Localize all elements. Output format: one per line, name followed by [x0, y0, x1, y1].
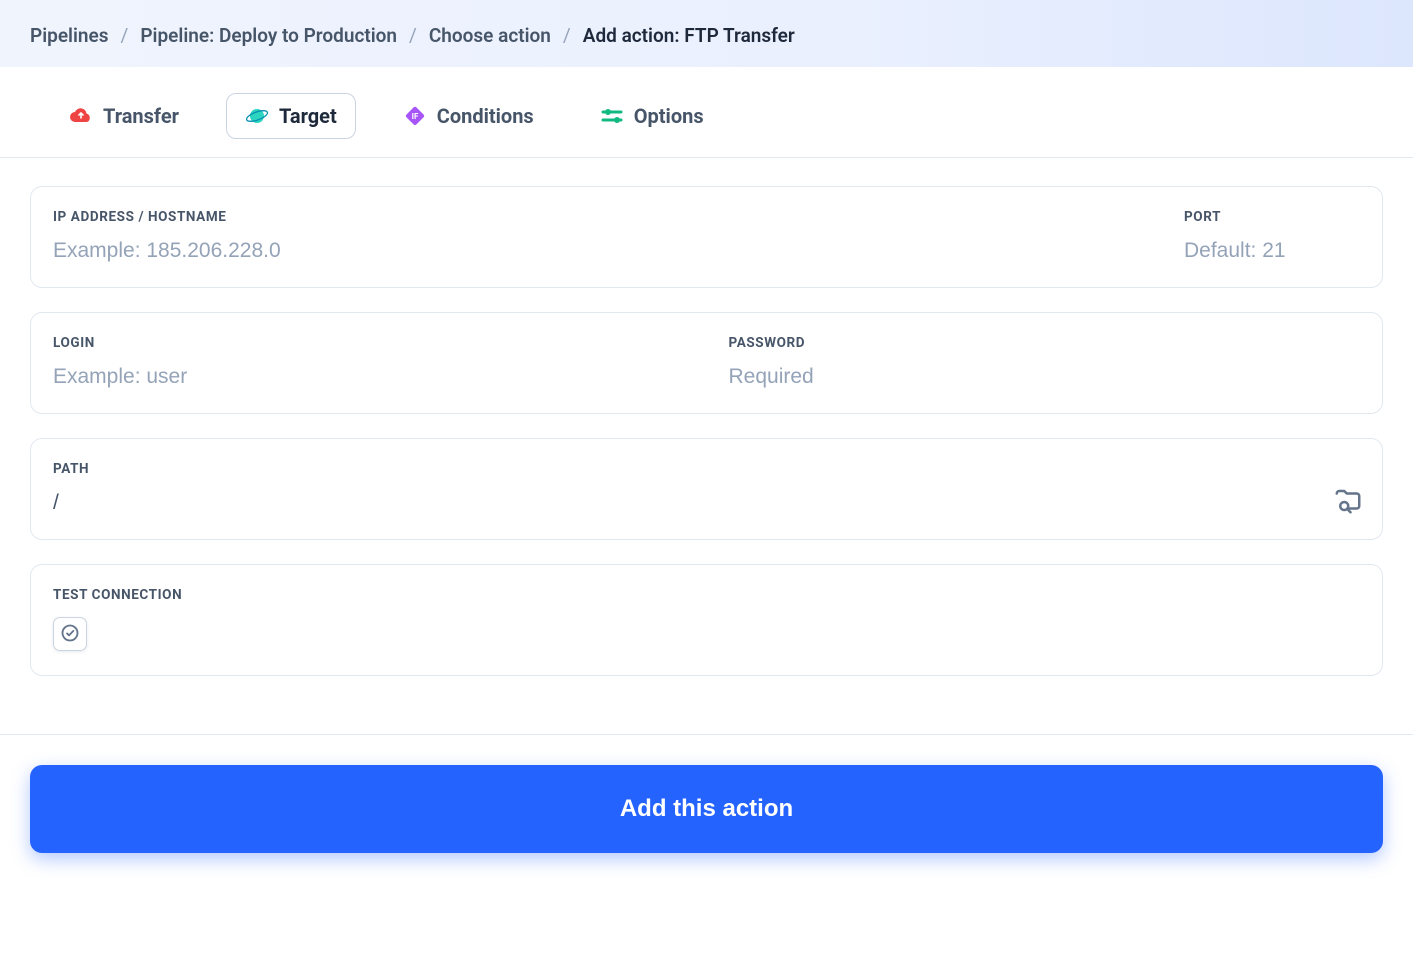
sliders-icon — [600, 104, 624, 128]
tab-conditions[interactable]: IF Conditions — [384, 93, 553, 139]
card-host-port: IP ADDRESS / HOSTNAME PORT — [30, 186, 1383, 288]
password-input[interactable] — [729, 365, 1361, 389]
breadcrumb-pipelines[interactable]: Pipelines — [30, 24, 109, 47]
tab-conditions-label: Conditions — [437, 104, 534, 128]
field-group-password: PASSWORD — [707, 313, 1383, 413]
tab-options[interactable]: Options — [581, 93, 723, 139]
card-login-password: LOGIN PASSWORD — [30, 312, 1383, 414]
field-group-host: IP ADDRESS / HOSTNAME — [31, 187, 1162, 287]
browse-path-button[interactable] — [1332, 487, 1364, 519]
test-connection-label: TEST CONNECTION — [53, 587, 1360, 603]
host-input[interactable] — [53, 239, 1140, 263]
login-input[interactable] — [53, 365, 685, 389]
breadcrumb-current: Add action: FTP Transfer — [583, 24, 795, 47]
tab-target-label: Target — [279, 104, 337, 128]
breadcrumb-choose-action[interactable]: Choose action — [429, 24, 551, 47]
check-circle-icon — [60, 623, 80, 646]
svg-text:IF: IF — [411, 112, 418, 121]
port-input[interactable] — [1184, 239, 1360, 263]
diamond-if-icon: IF — [403, 104, 427, 128]
path-input[interactable] — [53, 491, 1360, 515]
breadcrumb-sep: / — [121, 24, 129, 47]
login-label: LOGIN — [53, 335, 685, 351]
field-group-login: LOGIN — [31, 313, 707, 413]
tab-transfer-label: Transfer — [103, 104, 179, 128]
add-this-action-button[interactable]: Add this action — [30, 765, 1383, 853]
breadcrumb-sep: / — [409, 24, 417, 47]
field-group-port: PORT — [1162, 187, 1382, 287]
port-label: PORT — [1184, 209, 1360, 225]
breadcrumb: Pipelines / Pipeline: Deploy to Producti… — [30, 24, 1383, 47]
card-path: PATH — [30, 438, 1383, 540]
card-test-connection: TEST CONNECTION — [30, 564, 1383, 676]
test-connection-button[interactable] — [53, 617, 87, 651]
tab-target[interactable]: Target — [226, 93, 356, 139]
planet-icon — [245, 104, 269, 128]
password-label: PASSWORD — [729, 335, 1361, 351]
tabs: Transfer Target IF Conditions Options — [30, 85, 1383, 157]
field-group-path: PATH — [31, 439, 1382, 539]
path-label: PATH — [53, 461, 1360, 477]
breadcrumb-pipeline[interactable]: Pipeline: Deploy to Production — [140, 24, 397, 47]
field-group-test: TEST CONNECTION — [31, 565, 1382, 675]
tab-options-label: Options — [634, 104, 704, 128]
host-label: IP ADDRESS / HOSTNAME — [53, 209, 1140, 225]
breadcrumb-sep: / — [563, 24, 571, 47]
tab-transfer[interactable]: Transfer — [50, 93, 198, 139]
upload-cloud-icon — [69, 104, 93, 128]
folder-search-icon — [1333, 486, 1363, 520]
